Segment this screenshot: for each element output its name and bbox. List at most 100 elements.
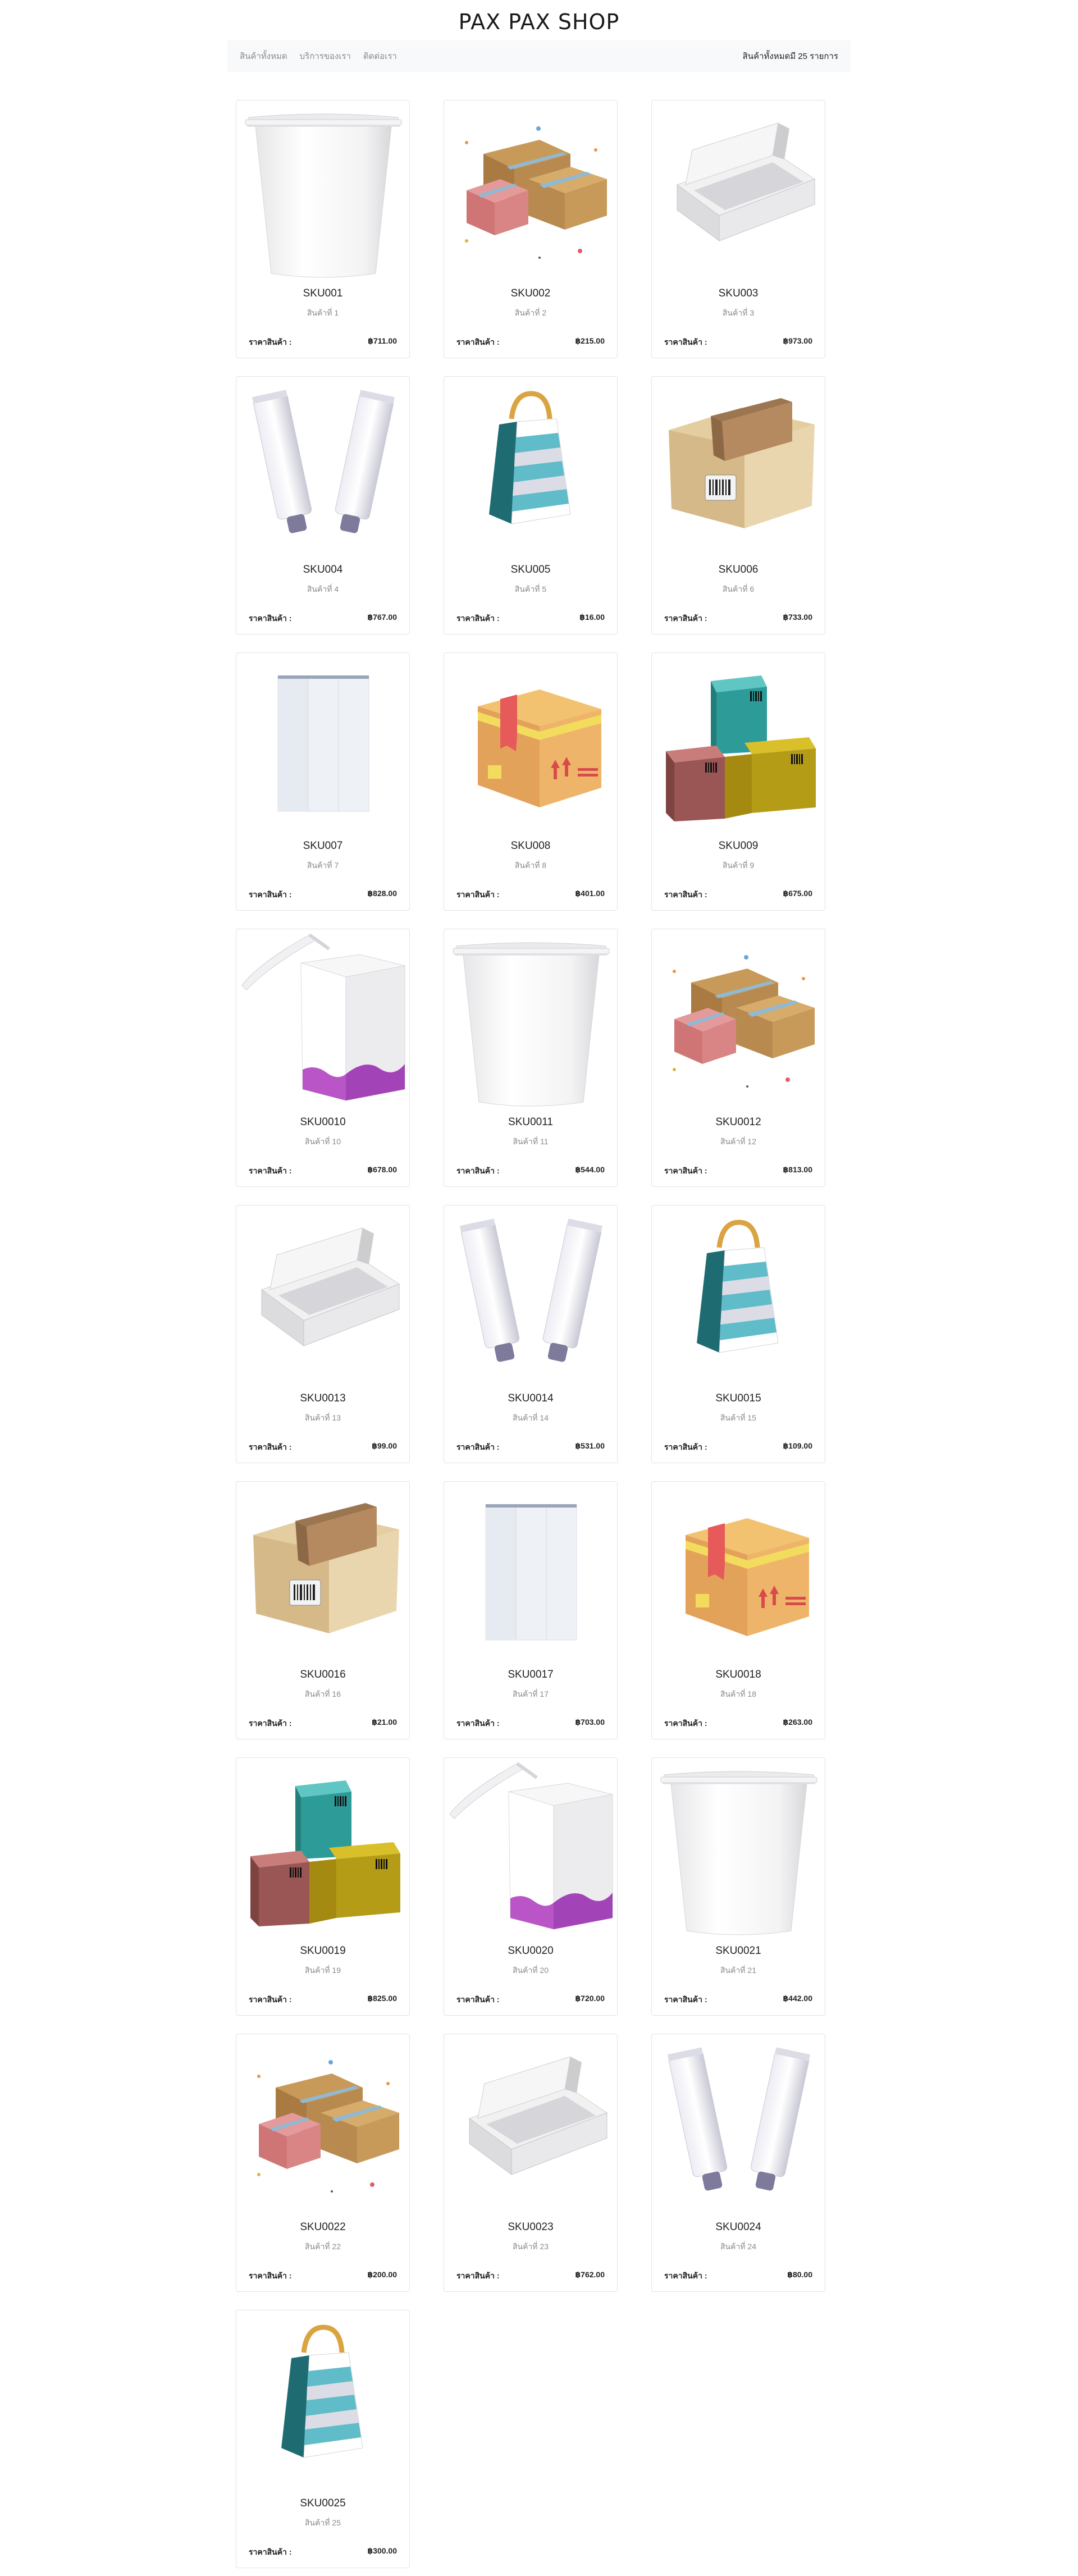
shipping-box-image [444,653,618,833]
product-price: ฿442.00 [783,1994,812,2003]
product-name: สินค้าที่ 21 [720,1966,757,1975]
product-sku: SKU001 [303,287,343,299]
price-label: ราคาสินค้า : [664,614,707,623]
product-card[interactable]: SKU0012 สินค้าที่ 12 ราคาสินค้า : ฿813.0… [651,929,825,1187]
product-card[interactable]: SKU0023 สินค้าที่ 23 ราคาสินค้า : ฿762.0… [444,2034,618,2292]
navbar: สินค้าทั้งหมด บริการของเรา ติดต่อเรา สิน… [227,40,851,72]
price-label: ราคาสินค้า : [249,890,292,899]
product-name: สินค้าที่ 1 [307,308,339,317]
product-card[interactable]: SKU009 สินค้าที่ 9 ราคาสินค้า : ฿675.00 [651,652,825,911]
product-card[interactable]: SKU006 สินค้าที่ 6 ราคาสินค้า : ฿733.00 [651,376,825,634]
stacked-colored-boxes-image [236,1758,410,1938]
product-name: สินค้าที่ 6 [722,584,755,593]
product-card[interactable]: SKU0011 สินค้าที่ 11 ราคาสินค้า : ฿544.0… [444,929,618,1187]
product-card[interactable]: SKU0015 สินค้าที่ 15 ราคาสินค้า : ฿109.0… [651,1205,825,1463]
product-name: สินค้าที่ 25 [304,2518,341,2527]
product-name: สินค้าที่ 15 [720,1413,757,1422]
product-price: ฿21.00 [372,1718,397,1727]
product-card[interactable]: SKU001 สินค้าที่ 1 ราคาสินค้า : ฿711.00 [236,100,410,358]
product-price: ฿678.00 [367,1165,397,1174]
price-label: ราคาสินค้า : [249,1442,292,1451]
shopping-bag-image [236,2310,410,2490]
nav-link-all-products[interactable]: สินค้าทั้งหมด [240,49,287,63]
price-label: ราคาสินค้า : [664,2271,707,2280]
product-sku: SKU0016 [300,1669,346,1680]
product-sku: SKU0011 [508,1116,553,1128]
parcel-boxes-image [236,2034,410,2214]
product-card[interactable]: SKU0022 สินค้าที่ 22 ราคาสินค้า : ฿200.0… [236,2034,410,2292]
product-card[interactable]: SKU0010 สินค้าที่ 10 ราคาสินค้า : ฿678.0… [236,929,410,1187]
nav-link-contact[interactable]: ติดต่อเรา [363,49,397,63]
paper-cup-image [444,929,618,1109]
product-card[interactable]: SKU0021 สินค้าที่ 21 ราคาสินค้า : ฿442.0… [651,1757,825,2016]
product-card[interactable]: SKU003 สินค้าที่ 3 ราคาสินค้า : ฿973.00 [651,100,825,358]
product-sku: SKU005 [510,564,551,576]
price-label: ราคาสินค้า : [249,2271,292,2280]
product-card[interactable]: SKU004 สินค้าที่ 4 ราคาสินค้า : ฿767.00 [236,376,410,634]
product-grid: SKU001 สินค้าที่ 1 ราคาสินค้า : ฿711.00 … [236,100,825,2568]
tubes-image [652,2034,826,2214]
price-label: ราคาสินค้า : [456,890,500,899]
price-label: ราคาสินค้า : [664,890,707,899]
product-price: ฿531.00 [575,1441,605,1450]
product-card[interactable]: SKU0020 สินค้าที่ 20 ราคาสินค้า : ฿720.0… [444,1757,618,2016]
product-card[interactable]: SKU005 สินค้าที่ 5 ราคาสินค้า : ฿16.00 [444,376,618,634]
product-card[interactable]: SKU0025 สินค้าที่ 25 ราคาสินค้า : ฿300.0… [236,2310,410,2568]
product-name: สินค้าที่ 12 [720,1137,757,1146]
product-card[interactable]: SKU002 สินค้าที่ 2 ราคาสินค้า : ฿215.00 [444,100,618,358]
white-carton-image [236,653,410,833]
product-card[interactable]: SKU0018 สินค้าที่ 18 ราคาสินค้า : ฿263.0… [651,1481,825,1739]
product-sku: SKU009 [718,840,759,852]
price-label: ราคาสินค้า : [249,1166,292,1175]
price-label: ราคาสินค้า : [664,1995,707,2004]
price-label: ราคาสินค้า : [456,337,500,346]
product-price: ฿973.00 [783,336,812,345]
product-price: ฿99.00 [372,1441,397,1450]
product-sku: SKU008 [510,840,551,852]
product-name: สินค้าที่ 17 [512,1689,549,1698]
product-price: ฿767.00 [367,613,397,622]
price-label: ราคาสินค้า : [249,1719,292,1728]
product-card[interactable]: SKU0014 สินค้าที่ 14 ราคาสินค้า : ฿531.0… [444,1205,618,1463]
product-sku: SKU0010 [300,1116,346,1128]
product-card[interactable]: SKU008 สินค้าที่ 8 ราคาสินค้า : ฿401.00 [444,652,618,911]
product-sku: SKU0020 [508,1945,554,1957]
product-name: สินค้าที่ 23 [512,2242,549,2251]
product-card[interactable]: SKU0017 สินค้าที่ 17 ราคาสินค้า : ฿703.0… [444,1481,618,1739]
product-sku: SKU003 [718,287,759,299]
product-name: สินค้าที่ 7 [307,861,339,870]
product-price: ฿703.00 [575,1718,605,1727]
product-card[interactable]: SKU0013 สินค้าที่ 13 ราคาสินค้า : ฿99.00 [236,1205,410,1463]
parcel-boxes-image [652,929,826,1109]
product-sku: SKU0023 [508,2221,554,2233]
product-card[interactable]: SKU0024 สินค้าที่ 24 ราคาสินค้า : ฿80.00 [651,2034,825,2292]
price-label: ราคาสินค้า : [456,1719,500,1728]
product-name: สินค้าที่ 24 [720,2242,757,2251]
price-label: ราคาสินค้า : [664,1166,707,1175]
paper-cup-image [236,101,410,280]
product-sku: SKU007 [303,840,343,852]
product-card[interactable]: SKU0019 สินค้าที่ 19 ราคาสินค้า : ฿825.0… [236,1757,410,2016]
product-price: ฿828.00 [367,889,397,898]
product-sku: SKU002 [510,287,551,299]
price-label: ราคาสินค้า : [249,2547,292,2556]
product-name: สินค้าที่ 10 [304,1137,341,1146]
price-label: ราคาสินค้า : [456,614,500,623]
product-name: สินค้าที่ 20 [512,1966,549,1975]
product-name: สินค้าที่ 4 [307,584,339,593]
product-sku: SKU0017 [508,1669,554,1680]
product-card[interactable]: SKU0016 สินค้าที่ 16 ราคาสินค้า : ฿21.00 [236,1481,410,1739]
nav-links: สินค้าทั้งหมด บริการของเรา ติดต่อเรา [240,49,397,63]
product-name: สินค้าที่ 9 [722,861,755,870]
juice-box-image [444,1758,618,1938]
nav-link-services[interactable]: บริการของเรา [300,49,351,63]
product-card[interactable]: SKU007 สินค้าที่ 7 ราคาสินค้า : ฿828.00 [236,652,410,911]
product-name: สินค้าที่ 11 [513,1137,549,1146]
product-price: ฿263.00 [783,1718,812,1727]
product-sku: SKU0018 [715,1669,761,1680]
product-price: ฿16.00 [579,613,605,622]
parcel-boxes-image [444,101,618,280]
product-price: ฿733.00 [783,613,812,622]
price-label: ราคาสินค้า : [249,1995,292,2004]
product-price: ฿825.00 [367,1994,397,2003]
